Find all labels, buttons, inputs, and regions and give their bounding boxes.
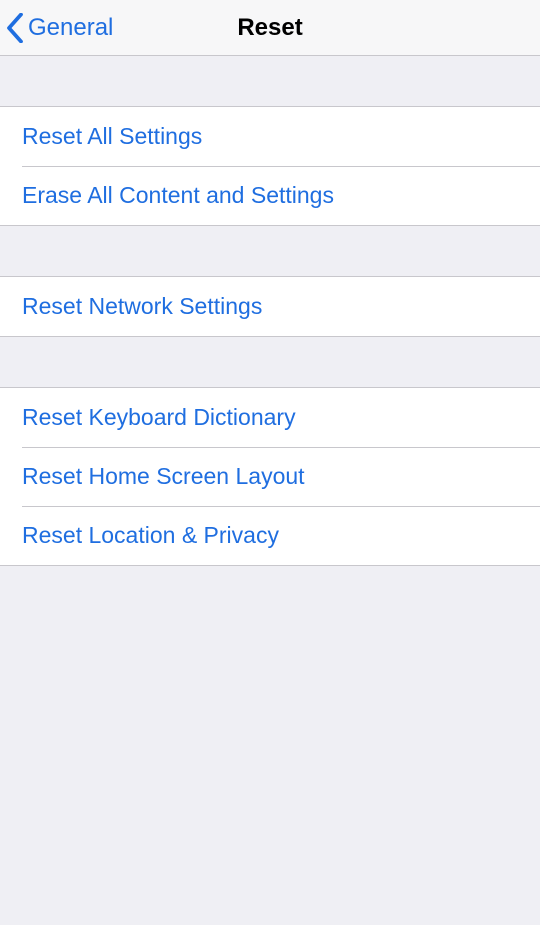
content-area: Reset All Settings Erase All Content and… — [0, 56, 540, 566]
cell-label: Reset Keyboard Dictionary — [22, 404, 296, 430]
chevron-left-icon — [6, 13, 24, 43]
settings-group: Reset Network Settings — [0, 276, 540, 337]
cell-label: Erase All Content and Settings — [22, 182, 334, 208]
section-gap — [0, 56, 540, 106]
cell-label: Reset Network Settings — [22, 293, 262, 319]
cell-label: Reset Home Screen Layout — [22, 463, 305, 489]
reset-home-screen-layout-cell[interactable]: Reset Home Screen Layout — [0, 447, 540, 506]
cell-label: Reset All Settings — [22, 123, 202, 149]
reset-network-settings-cell[interactable]: Reset Network Settings — [0, 277, 540, 336]
back-label: General — [28, 14, 113, 42]
reset-keyboard-dictionary-cell[interactable]: Reset Keyboard Dictionary — [0, 388, 540, 447]
reset-all-settings-cell[interactable]: Reset All Settings — [0, 107, 540, 166]
section-gap — [0, 226, 540, 276]
back-button[interactable]: General — [6, 0, 113, 55]
section-gap — [0, 337, 540, 387]
reset-location-privacy-cell[interactable]: Reset Location & Privacy — [0, 506, 540, 565]
erase-all-content-settings-cell[interactable]: Erase All Content and Settings — [0, 166, 540, 225]
navigation-bar: General Reset — [0, 0, 540, 56]
settings-group: Reset Keyboard Dictionary Reset Home Scr… — [0, 387, 540, 566]
settings-group: Reset All Settings Erase All Content and… — [0, 106, 540, 226]
cell-label: Reset Location & Privacy — [22, 522, 279, 548]
